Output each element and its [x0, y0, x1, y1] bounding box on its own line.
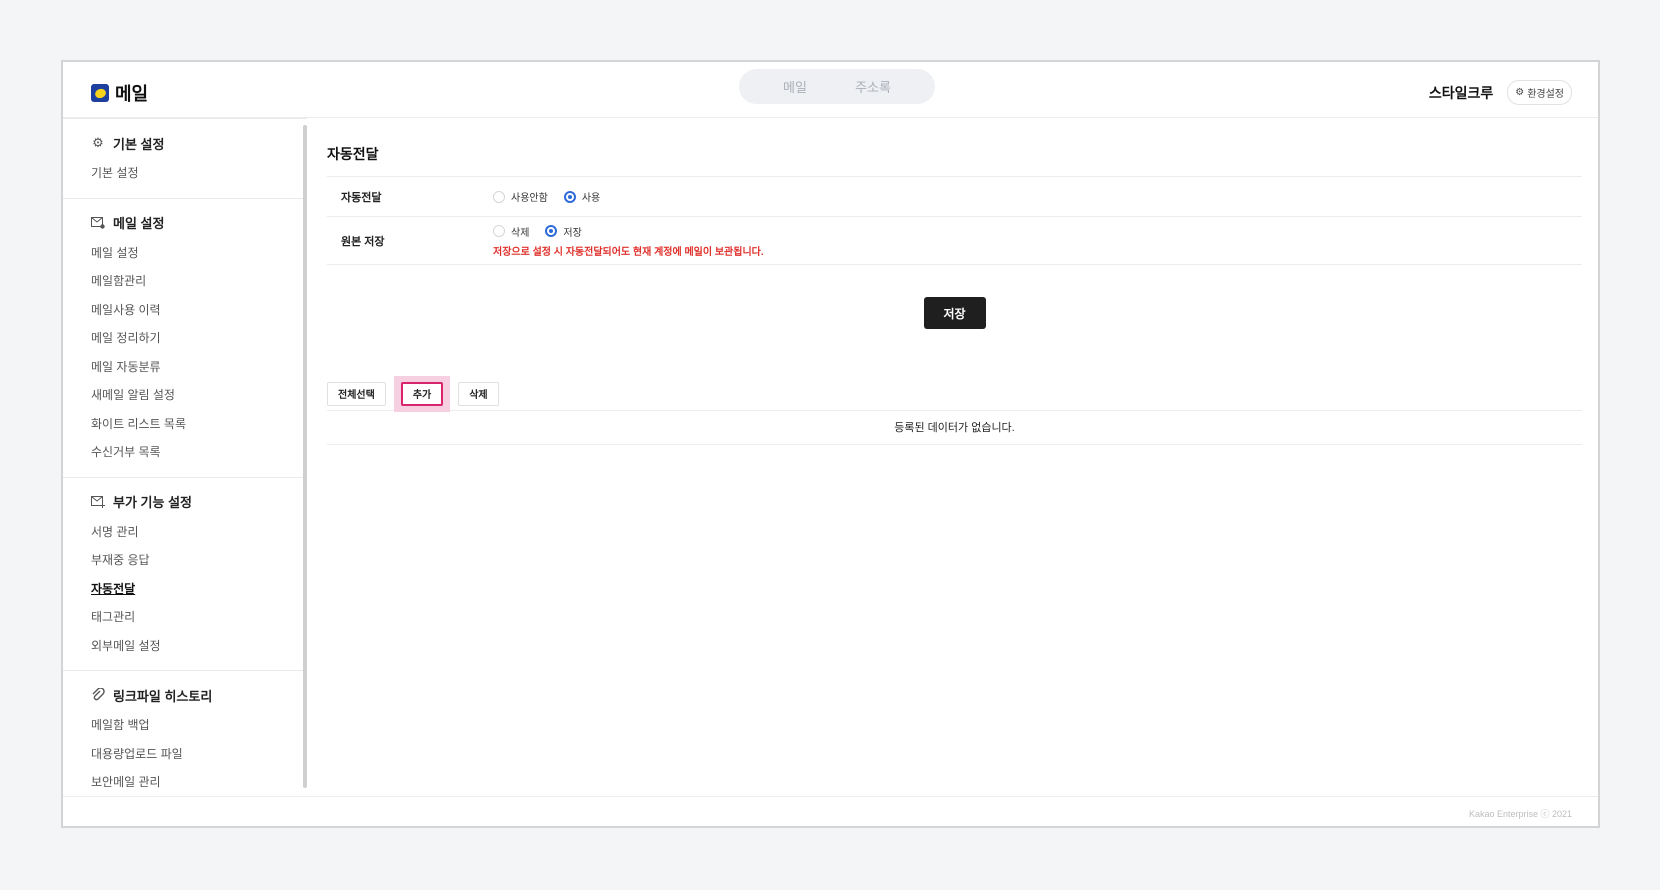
delete-button[interactable]: 삭제 [458, 381, 499, 406]
forward-radio-group: 사용안함 사용 [493, 189, 600, 204]
sidebar-item-tags[interactable]: 태그관리 [91, 603, 307, 632]
sidebar-section-basic: ⚙ 기본 설정 기본 설정 [63, 119, 307, 198]
sidebar-item-new-mail-alert[interactable]: 새메일 알림 설정 [91, 381, 307, 410]
save-area: 저장 [327, 297, 1582, 329]
save-button[interactable]: 저장 [923, 297, 986, 329]
tab-address-book[interactable]: 주소록 [855, 77, 891, 96]
add-button-highlight: 추가 [393, 375, 451, 412]
select-all-button[interactable]: 전체선택 [327, 381, 386, 406]
sidebar-section-mail: 메일 설정 메일 설정 메일함관리 메일사용 이력 메일 정리하기 메일 자동분… [63, 199, 307, 477]
settings-button[interactable]: ⚙ 환경설정 [1507, 80, 1572, 105]
radio-button[interactable] [493, 190, 505, 203]
forward-label: 자동전달 [341, 191, 382, 204]
tab-mail[interactable]: 메일 [783, 77, 807, 96]
warning-text: 저장으로 설정 시 자동전달되어도 현재 계정에 메일이 보관됩니다. [493, 246, 764, 258]
copyright: Kakao Enterprise ⓒ 2021 [1468, 809, 1572, 819]
top-tab-switcher: 메일 주소록 [739, 69, 935, 104]
user-area: 스타일크루 ⚙ 환경설정 [1429, 80, 1572, 105]
mail-plus-icon [91, 495, 105, 509]
mail-settings-icon [91, 216, 105, 230]
forward-on-radio[interactable]: 사용 [563, 189, 601, 204]
header: 메일 메일 주소록 스타일크루 ⚙ 환경설정 [63, 62, 1598, 118]
empty-list-message: 등록된 데이터가 없습니다. [327, 411, 1582, 445]
keep-original-save-radio[interactable]: 저장 [545, 224, 582, 239]
sidebar-item-signature[interactable]: 서명 관리 [91, 518, 307, 547]
keep-original-row: 원본 저장 삭제 저장 저장으로 설정 시 자동전달되어도 현재 계정에 메일이… [327, 217, 1582, 265]
sidebar-section-header: ⚙ 기본 설정 [91, 133, 307, 153]
sidebar-section-link-files: 링크파일 히스토리 메일함 백업 대용량업로드 파일 보안메일 관리 [63, 671, 307, 807]
sidebar-item-large-upload[interactable]: 대용량업로드 파일 [91, 740, 307, 769]
paperclip-icon [91, 688, 105, 702]
sidebar-item-secure-mail[interactable]: 보안메일 관리 [91, 768, 307, 797]
footer: Kakao Enterprise ⓒ 2021 [63, 796, 1598, 826]
app-title: 메일 [115, 84, 149, 104]
page-title: 자동전달 [327, 144, 1582, 177]
keep-original-label: 원본 저장 [341, 235, 385, 248]
sidebar-item-mail-cleanup[interactable]: 메일 정리하기 [91, 324, 307, 353]
sidebar-item-mailbox-backup[interactable]: 메일함 백업 [91, 711, 307, 740]
main-content: 자동전달 자동전달 사용안함 사용 원본 저장 삭제 저장 저장으로 설정 시 … [327, 118, 1582, 445]
sidebar-item-mail-settings[interactable]: 메일 설정 [91, 239, 307, 268]
logo[interactable]: 메일 [91, 80, 148, 106]
sidebar-item-mail-history[interactable]: 메일사용 이력 [91, 296, 307, 325]
sidebar-section-header: 메일 설정 [91, 213, 307, 233]
sidebar-section-title: 부가 기능 설정 [113, 495, 192, 510]
sidebar-item-basic-settings[interactable]: 기본 설정 [91, 159, 307, 188]
keep-original-delete-radio[interactable]: 삭제 [493, 224, 529, 239]
sidebar-section-title: 메일 설정 [113, 216, 165, 231]
sidebar-item-auto-classify[interactable]: 메일 자동분류 [91, 353, 307, 382]
keep-original-radio-group: 삭제 저장 [493, 224, 764, 239]
sidebar-item-block-list[interactable]: 수신거부 목록 [91, 438, 307, 467]
sidebar-section-title: 링크파일 히스토리 [113, 688, 213, 704]
sidebar-item-auto-reply[interactable]: 부재중 응답 [91, 546, 307, 575]
forward-row: 자동전달 사용안함 사용 [327, 177, 1582, 217]
gear-icon: ⚙ [92, 135, 104, 150]
radio-label: 삭제 [511, 227, 530, 239]
sidebar-section-title: 기본 설정 [113, 136, 165, 152]
sidebar-scrollbar[interactable] [303, 125, 307, 788]
settings-label: 환경설정 [1527, 89, 1564, 100]
user-name[interactable]: 스타일크루 [1429, 83, 1493, 103]
app-window: 메일 메일 주소록 스타일크루 ⚙ 환경설정 ⚙ 기본 설정 기본 설정 메일 … [61, 60, 1600, 828]
sidebar-section-extra: 부가 기능 설정 서명 관리 부재중 응답 자동전달 태그관리 외부메일 설정 [63, 478, 307, 671]
sidebar: ⚙ 기본 설정 기본 설정 메일 설정 메일 설정 메일함관리 메일사용 이력 … [63, 118, 307, 810]
sidebar-section-header: 링크파일 히스토리 [91, 685, 307, 705]
sidebar-item-external-mail[interactable]: 외부메일 설정 [91, 632, 307, 661]
sidebar-item-mailbox-manage[interactable]: 메일함관리 [91, 267, 307, 296]
radio-label: 사용안함 [511, 193, 548, 204]
add-button[interactable]: 추가 [400, 381, 444, 406]
radio-label: 사용 [581, 193, 601, 204]
keep-original-controls: 삭제 저장 저장으로 설정 시 자동전달되어도 현재 계정에 메일이 보관됩니다… [493, 224, 764, 258]
forward-off-radio[interactable]: 사용안함 [493, 189, 548, 204]
mail-logo-icon [91, 84, 109, 102]
sidebar-item-auto-forward[interactable]: 자동전달 [91, 575, 307, 604]
gear-icon: ⚙ [1515, 87, 1525, 98]
radio-label: 저장 [563, 227, 582, 239]
list-toolbar: 전체선택 추가 삭제 [327, 375, 1582, 412]
sidebar-section-header: 부가 기능 설정 [91, 492, 307, 512]
sidebar-item-whitelist[interactable]: 화이트 리스트 목록 [91, 410, 307, 439]
radio-button-checked[interactable] [545, 225, 558, 237]
radio-button-checked[interactable] [563, 190, 576, 203]
radio-button[interactable] [493, 225, 505, 237]
